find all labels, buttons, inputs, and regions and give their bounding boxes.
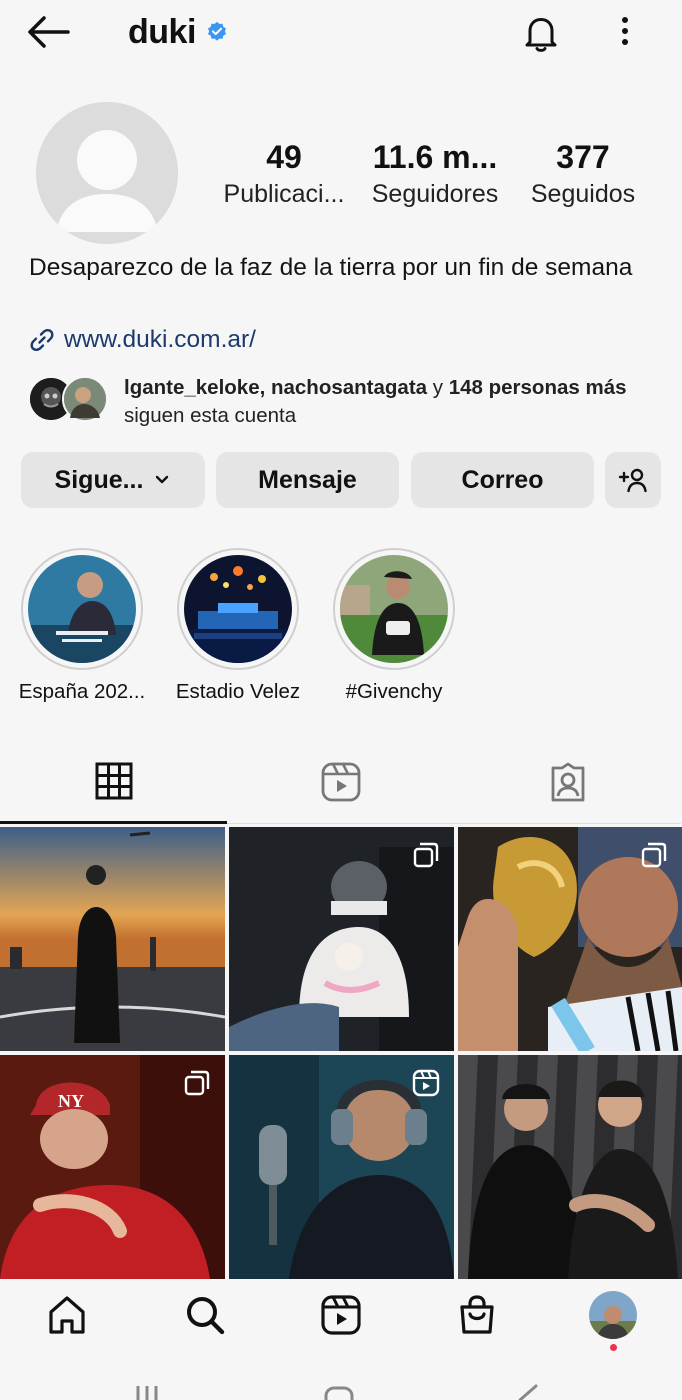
highlight-ring bbox=[333, 548, 455, 670]
post-image-two-men bbox=[458, 1055, 682, 1279]
followers-count: 11.6 m... bbox=[372, 139, 498, 175]
highlight-cover bbox=[184, 555, 292, 663]
tab-posts-grid[interactable] bbox=[0, 740, 227, 824]
post-thumbnail[interactable] bbox=[458, 1055, 682, 1279]
profile-tabs bbox=[0, 740, 682, 824]
suggested-accounts-button[interactable] bbox=[605, 452, 661, 508]
highlight-label: España 202... bbox=[18, 680, 146, 703]
mutual-suffix: siguen esta cuenta bbox=[124, 404, 297, 427]
highlight-cover bbox=[28, 555, 136, 663]
profile-avatar[interactable] bbox=[36, 102, 178, 244]
highlight-label: Estadio Velez bbox=[175, 680, 301, 703]
highlight-cover-image bbox=[340, 555, 448, 663]
mutual-followers-avatars[interactable] bbox=[28, 376, 112, 424]
story-highlight[interactable]: España 202... bbox=[2, 548, 162, 704]
following-count: 377 bbox=[556, 139, 610, 175]
carousel-icon bbox=[641, 842, 667, 868]
link-icon bbox=[30, 329, 54, 351]
search-icon bbox=[187, 1297, 225, 1335]
username-title: duki bbox=[128, 12, 196, 51]
bottom-navigation bbox=[0, 1280, 682, 1350]
reels-icon bbox=[321, 1295, 361, 1335]
mutual-names: lgante_keloke, nachosantagata bbox=[124, 376, 428, 399]
bell-icon bbox=[525, 18, 557, 52]
profile-link-text: www.duki.com.ar/ bbox=[64, 326, 256, 353]
nav-profile[interactable] bbox=[588, 1290, 638, 1340]
profile-link[interactable]: www.duki.com.ar/ bbox=[28, 322, 256, 358]
message-button-label: Mensaje bbox=[258, 465, 357, 494]
profile-bio: Desaparezco de la faz de la tierra por u… bbox=[29, 254, 633, 281]
post-thumbnail[interactable]: NY bbox=[0, 1055, 225, 1279]
followers-label: Seguidores bbox=[371, 180, 499, 208]
system-navigation-bar bbox=[0, 1360, 682, 1400]
story-highlight[interactable]: Estadio Velez bbox=[158, 548, 318, 704]
tab-tagged[interactable] bbox=[454, 740, 681, 824]
mutual-followers-text[interactable]: lgante_keloke, nachosantagata y 148 pers… bbox=[124, 374, 644, 430]
own-profile-picture bbox=[589, 1291, 637, 1339]
message-button[interactable]: Mensaje bbox=[216, 452, 399, 508]
add-user-icon bbox=[618, 468, 647, 493]
highlight-ring bbox=[177, 548, 299, 670]
following-button-label: Sigue... bbox=[54, 465, 144, 494]
nav-shop[interactable] bbox=[452, 1290, 502, 1340]
svg-text:NY: NY bbox=[58, 1091, 84, 1111]
avatar bbox=[62, 376, 108, 422]
posts-count: 49 bbox=[266, 139, 302, 175]
highlight-label: #Givenchy bbox=[345, 680, 443, 703]
post-thumbnail[interactable] bbox=[229, 1055, 454, 1279]
stat-followers[interactable]: 11.6 m... Seguidores bbox=[362, 138, 508, 212]
more-options-button[interactable] bbox=[606, 10, 644, 56]
default-avatar-icon bbox=[36, 102, 178, 244]
reels-icon bbox=[321, 762, 360, 801]
email-button-label: Correo bbox=[461, 465, 544, 494]
back-button[interactable] bbox=[22, 12, 72, 52]
story-highlight[interactable]: #Givenchy bbox=[314, 548, 474, 704]
profile-header-title: duki bbox=[128, 10, 228, 54]
tagged-user-icon bbox=[551, 762, 584, 801]
highlight-cover bbox=[340, 555, 448, 663]
stat-posts[interactable]: 49 Publicaci... bbox=[214, 138, 354, 212]
mutual-avatar-2 bbox=[64, 378, 106, 420]
shopping-bag-icon bbox=[460, 1295, 494, 1334]
highlight-cover-image bbox=[28, 555, 136, 663]
post-thumbnail[interactable] bbox=[229, 827, 454, 1051]
stat-following[interactable]: 377 Seguidos bbox=[520, 138, 646, 212]
following-button[interactable]: Sigue... bbox=[21, 452, 205, 508]
carousel-icon bbox=[184, 1070, 210, 1096]
highlight-cover-image bbox=[184, 555, 292, 663]
more-vertical-icon bbox=[622, 17, 628, 45]
reel-icon bbox=[412, 1069, 440, 1097]
post-thumbnail[interactable] bbox=[458, 827, 682, 1051]
post-thumbnail[interactable] bbox=[0, 827, 225, 1051]
verified-badge-icon bbox=[207, 21, 226, 41]
chevron-down-icon bbox=[156, 475, 169, 484]
following-label: Seguidos bbox=[530, 180, 636, 208]
posts-label: Publicaci... bbox=[223, 180, 345, 208]
back-arrow-icon bbox=[28, 16, 70, 48]
mutual-joiner: y bbox=[427, 376, 449, 399]
system-nav-icons bbox=[136, 1384, 538, 1400]
nav-search[interactable] bbox=[180, 1290, 230, 1340]
nav-reels[interactable] bbox=[316, 1290, 366, 1340]
email-button[interactable]: Correo bbox=[411, 452, 594, 508]
post-image-sunset-rooftop bbox=[0, 827, 225, 1051]
home-icon bbox=[49, 1296, 85, 1334]
notifications-button[interactable] bbox=[518, 10, 564, 56]
nav-home[interactable] bbox=[42, 1290, 92, 1340]
avatar bbox=[589, 1291, 637, 1339]
mutual-count: 148 personas más bbox=[448, 376, 627, 399]
grid-icon bbox=[95, 762, 132, 799]
notification-dot bbox=[610, 1344, 617, 1351]
tab-reels[interactable] bbox=[227, 740, 454, 824]
carousel-icon bbox=[413, 842, 439, 868]
highlight-ring bbox=[21, 548, 143, 670]
